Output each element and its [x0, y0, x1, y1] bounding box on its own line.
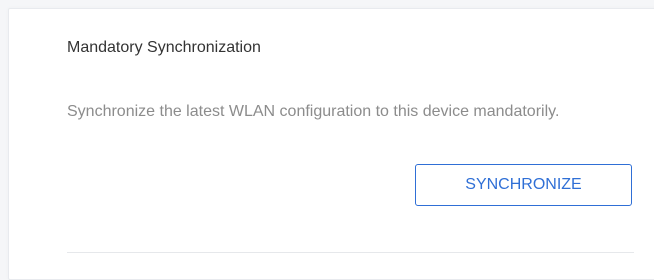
synchronize-button[interactable]: SYNCHRONIZE	[415, 164, 632, 206]
mandatory-sync-card: Mandatory Synchronization Synchronize th…	[8, 8, 654, 280]
section-title: Mandatory Synchronization	[67, 39, 261, 56]
section-divider	[67, 252, 634, 253]
section-description: Synchronize the latest WLAN configuratio…	[67, 103, 560, 120]
